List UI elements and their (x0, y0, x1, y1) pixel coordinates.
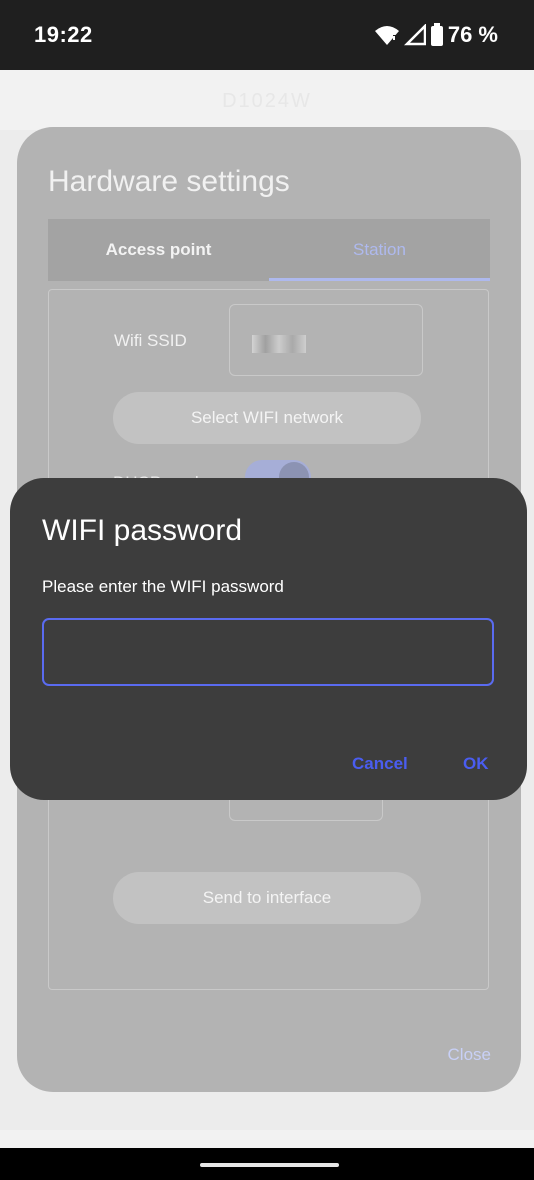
wifi-password-input[interactable] (42, 618, 494, 686)
tab-indicator (269, 278, 490, 281)
app-title: D1024W (222, 90, 312, 112)
ok-button[interactable]: OK (463, 754, 489, 774)
wifi-icon (374, 24, 400, 46)
tab-access-point[interactable]: Access point (48, 219, 269, 281)
status-time: 19:22 (34, 22, 93, 47)
send-to-interface-button[interactable]: Send to interface (113, 872, 421, 924)
dialog-title: Hardware settings (48, 165, 290, 198)
home-gesture-handle[interactable] (200, 1163, 339, 1167)
battery-percent: 76 % (447, 22, 498, 47)
wifi-password-dialog: WIFI password Please enter the WIFI pass… (10, 478, 527, 800)
close-button[interactable]: Close (448, 1045, 491, 1065)
status-bar: 19:22 76 % (0, 0, 534, 70)
dialog-message: Please enter the WIFI password (42, 577, 284, 596)
battery-icon (430, 23, 444, 47)
tab-station[interactable]: Station (269, 219, 490, 281)
status-icons: 76 % (374, 22, 498, 48)
signal-icon (403, 24, 426, 46)
wifi-ssid-field[interactable] (229, 304, 423, 376)
wifi-ssid-label: Wifi SSID (114, 331, 187, 350)
select-wifi-network-button[interactable]: Select WIFI network (113, 392, 421, 444)
tab-bar: Access point Station (48, 219, 490, 281)
cancel-button[interactable]: Cancel (352, 754, 408, 774)
navigation-bar (0, 1148, 534, 1180)
dialog-title: WIFI password (42, 514, 243, 547)
redacted-ssid (252, 335, 306, 353)
